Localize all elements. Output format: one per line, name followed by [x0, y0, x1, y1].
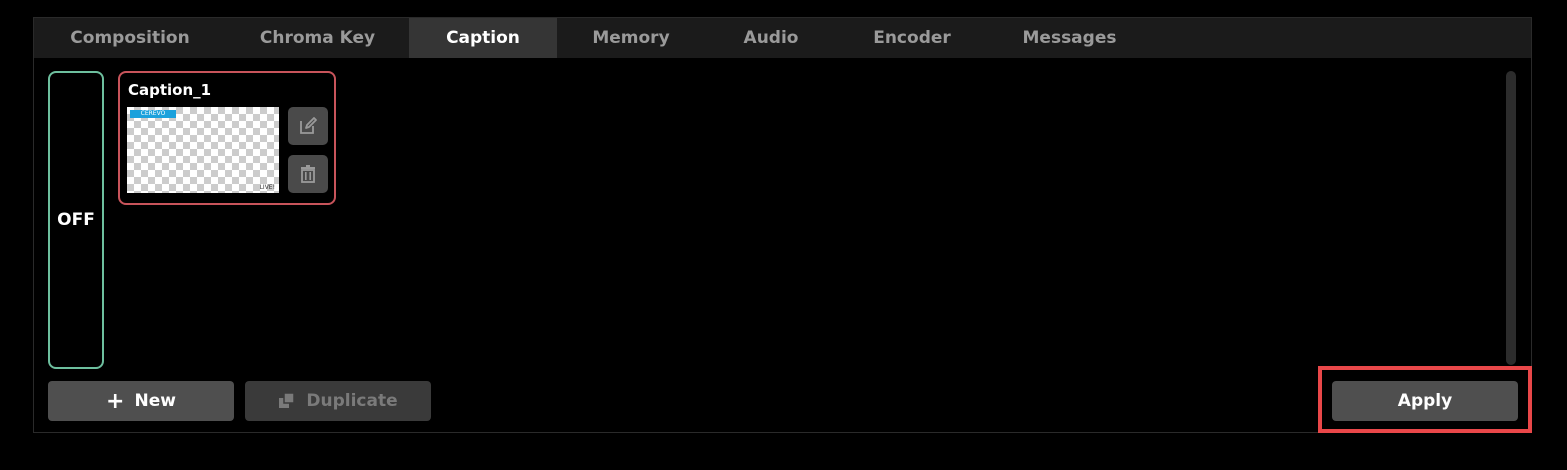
logo-badge: CEREVO [130, 110, 176, 118]
caption-card[interactable]: Caption_1 CEREVO LIVE! [118, 71, 336, 205]
tab-messages[interactable]: Messages [987, 18, 1152, 58]
tab-bar: Composition Chroma Key Caption Memory Au… [34, 18, 1531, 58]
caption-thumbnail: CEREVO LIVE! [127, 107, 279, 193]
live-badge: LIVE! [259, 184, 275, 191]
tab-composition[interactable]: Composition [34, 18, 226, 58]
new-label: New [134, 391, 176, 411]
caption-title: Caption_1 [128, 81, 212, 99]
off-label: OFF [57, 210, 95, 230]
duplicate-label: Duplicate [306, 391, 398, 411]
plus-icon: + [106, 388, 125, 414]
tab-encoder[interactable]: Encoder [837, 18, 987, 58]
vertical-scrollbar[interactable] [1506, 71, 1516, 365]
edit-icon [300, 117, 317, 134]
tab-memory[interactable]: Memory [557, 18, 705, 58]
caption-panel: Composition Chroma Key Caption Memory Au… [33, 17, 1532, 433]
duplicate-button[interactable]: Duplicate [245, 381, 431, 421]
trash-icon [301, 165, 315, 183]
new-button[interactable]: + New [48, 381, 234, 421]
tab-audio[interactable]: Audio [705, 18, 837, 58]
delete-caption-button[interactable] [288, 155, 328, 193]
tab-caption[interactable]: Caption [409, 18, 557, 58]
duplicate-icon [278, 392, 296, 410]
edit-caption-button[interactable] [288, 107, 328, 145]
tab-chroma-key[interactable]: Chroma Key [226, 18, 409, 58]
apply-highlight-box [1318, 366, 1532, 433]
caption-off-toggle[interactable]: OFF [48, 71, 104, 369]
